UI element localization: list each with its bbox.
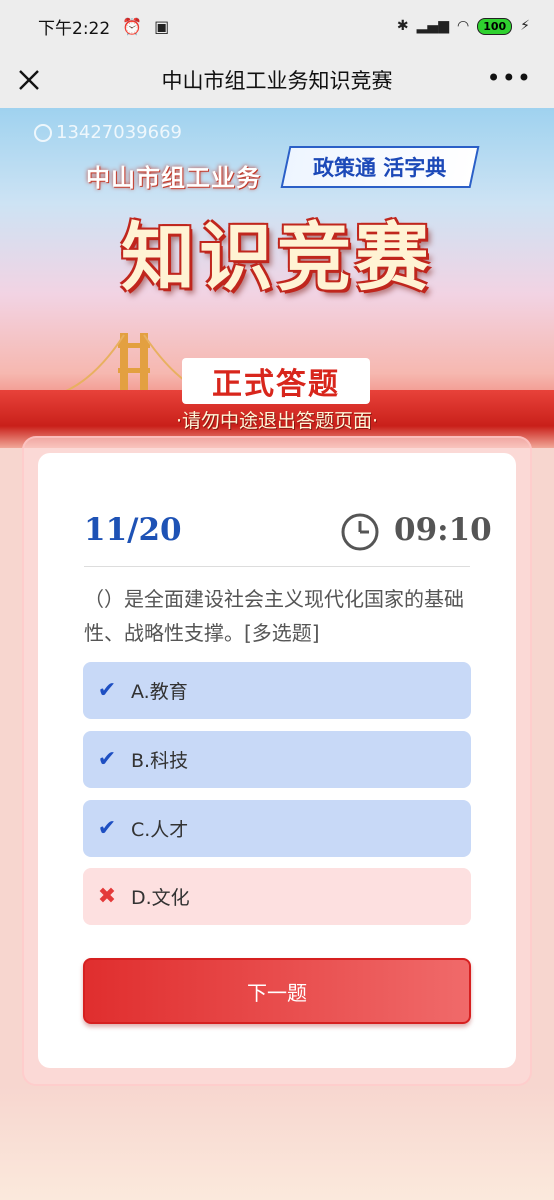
banner-subtitle: 中山市组工业务 — [86, 164, 261, 192]
message-icon: ▣ — [154, 16, 170, 36]
question-text: （）是全面建设社会主义现代化国家的基础性、战略性支撑。[多选题] — [84, 587, 464, 645]
check-icon: ✔ — [97, 747, 117, 772]
divider — [84, 566, 470, 567]
title-bar: 中山市组工业务知识竞赛 ••• — [0, 52, 554, 108]
signal-icon: ▂▄▆ — [416, 18, 449, 34]
option-label: B.科技 — [131, 750, 189, 772]
formal-badge-text: 正式答题 — [212, 367, 340, 402]
option-label: D.文化 — [131, 887, 190, 909]
option-b[interactable]: ✔ B.科技 — [83, 731, 471, 788]
banner-pill-text: 政策通 活字典 — [313, 156, 447, 180]
banner: 13427039669 中山市组工业务 政策通 活字典 知识竞赛 正式答题 ·请… — [0, 108, 554, 448]
charging-icon: ⚡ — [520, 18, 530, 34]
countdown-timer: 09:10 — [394, 512, 492, 548]
status-bar: 下午2:22 ⏰ ▣ ✱ ▂▄▆ ◠ 100 ⚡ — [0, 0, 554, 52]
banner-main-title: 知识竞赛 — [121, 215, 433, 301]
battery-icon: 100 — [477, 17, 513, 35]
next-question-button[interactable]: 下一题 — [83, 958, 471, 1024]
banner-warning: ·请勿中途退出答题页面· — [175, 410, 379, 432]
check-icon: ✔ — [97, 816, 117, 841]
option-label: C.人才 — [131, 819, 189, 841]
more-icon[interactable]: ••• — [487, 64, 532, 92]
check-icon: ✔ — [97, 678, 117, 703]
banner-pill: 政策通 活字典 — [280, 146, 480, 188]
cross-icon: ✖ — [97, 884, 117, 909]
clock-icon — [341, 513, 379, 551]
close-icon[interactable] — [16, 62, 52, 98]
alarm-icon: ⏰ — [122, 16, 143, 36]
bluetooth-icon: ✱ — [396, 18, 409, 34]
bottom-decoration — [0, 1086, 554, 1200]
phone-number: 13427039669 — [56, 122, 182, 143]
page-title: 中山市组工业务知识竞赛 — [161, 69, 393, 93]
option-label: A.教育 — [131, 681, 188, 703]
user-phone: 13427039669 — [34, 122, 182, 143]
option-c[interactable]: ✔ C.人才 — [83, 800, 471, 857]
option-d[interactable]: ✖ D.文化 — [83, 868, 471, 925]
formal-badge: 正式答题 — [182, 358, 370, 404]
user-icon — [34, 123, 52, 142]
status-time: 下午2:22 — [38, 18, 111, 39]
question-progress: 11/20 — [84, 512, 182, 548]
wifi-icon: ◠ — [456, 18, 470, 34]
status-right: ✱ ▂▄▆ ◠ 100 ⚡ — [396, 17, 530, 35]
option-a[interactable]: ✔ A.教育 — [83, 662, 471, 719]
